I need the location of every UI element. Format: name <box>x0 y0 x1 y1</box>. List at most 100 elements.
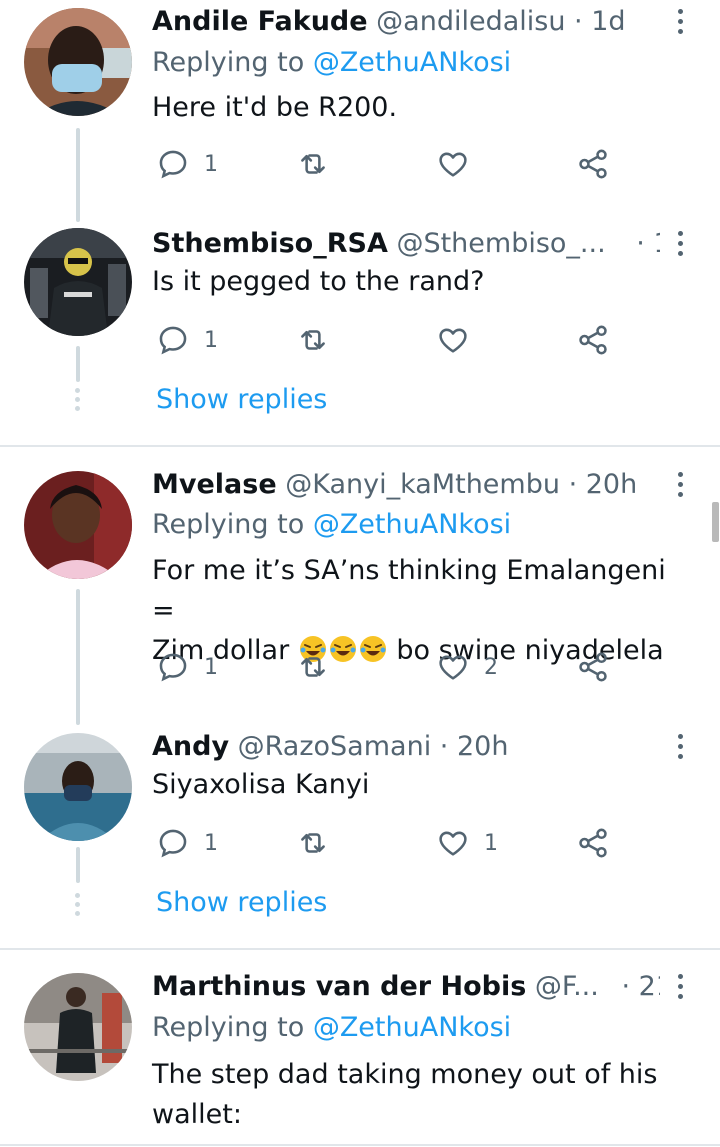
separator-dot: · <box>636 228 645 259</box>
retweet-icon <box>301 330 325 350</box>
share-icon <box>579 652 607 682</box>
tweet-andile[interactable]: Andile Fakude @andiledalisu · 1d Replyin… <box>0 0 720 222</box>
share-button[interactable] <box>576 318 610 362</box>
mention-link[interactable]: @ZethuANkosi <box>313 1012 511 1043</box>
reply-button[interactable]: 1 <box>156 821 218 865</box>
more-icon[interactable] <box>670 6 690 38</box>
thread-dots <box>75 388 81 415</box>
thread-line <box>76 346 80 382</box>
avatar[interactable] <box>24 471 132 579</box>
tweet-actions: 1 2 <box>152 645 622 689</box>
tweet-header: Andile Fakude @andiledalisu · 1d <box>152 0 660 44</box>
tweet-text: The step dad taking money out of his wal… <box>152 1055 680 1135</box>
timestamp[interactable]: 21h <box>639 971 660 1002</box>
like-button[interactable]: 2 <box>436 645 498 689</box>
like-button[interactable] <box>436 318 484 362</box>
user-handle[interactable]: @F... <box>535 971 599 1002</box>
scrollbar[interactable] <box>712 502 719 542</box>
timestamp[interactable]: 1d <box>591 6 625 37</box>
thread-line <box>76 128 80 222</box>
share-icon <box>579 325 607 355</box>
tweet-text: Is it pegged to the rand? <box>152 266 485 297</box>
heart-icon <box>439 831 467 856</box>
tweet-text-line: The step dad taking money out of his <box>152 1059 658 1090</box>
avatar[interactable] <box>24 228 132 336</box>
user-handle[interactable]: @Kanyi_kaMthembu <box>285 469 560 500</box>
replying-to: Replying to @ZethuANkosi <box>152 1006 511 1050</box>
timestamp[interactable]: 20h <box>457 731 508 762</box>
share-icon <box>579 828 607 858</box>
user-handle[interactable]: @andiledalisu <box>376 6 565 37</box>
thread-line <box>76 589 80 725</box>
display-name[interactable]: Marthinus van der Hobis <box>152 971 526 1002</box>
avatar[interactable] <box>24 973 132 1081</box>
divider <box>0 948 720 950</box>
retweet-icon <box>301 154 325 174</box>
tweet-actions: 1 <box>152 318 622 362</box>
reply-button[interactable]: 1 <box>156 142 218 186</box>
retweet-icon <box>301 657 325 677</box>
divider <box>0 1144 720 1146</box>
display-name[interactable]: Sthembiso_RSA <box>152 228 388 259</box>
reply-icon <box>159 653 187 682</box>
more-icon[interactable] <box>670 469 690 501</box>
tweet-mvelase[interactable]: Mvelase @Kanyi_kaMthembu · 20h Replying … <box>0 463 720 725</box>
reply-count: 1 <box>204 151 218 177</box>
avatar[interactable] <box>24 733 132 841</box>
mention-link[interactable]: @ZethuANkosi <box>313 509 511 540</box>
more-icon[interactable] <box>670 731 690 763</box>
tweet-marthinus[interactable]: Marthinus van der Hobis @F... · 21h Repl… <box>0 965 720 1147</box>
reply-icon <box>159 326 187 355</box>
separator-dot: · <box>621 971 631 1002</box>
like-count: 2 <box>484 654 498 680</box>
tweet-text-line: wallet: <box>152 1099 242 1130</box>
tweet-sthembiso[interactable]: Sthembiso_RSA @Sthembiso_... · 1d Is it … <box>0 222 720 446</box>
avatar[interactable] <box>24 8 132 116</box>
retweet-button[interactable] <box>296 318 344 362</box>
user-handle[interactable]: @Sthembiso_... <box>396 228 605 259</box>
replying-to: Replying to @ZethuANkosi <box>152 41 511 85</box>
tweet-header: Mvelase @Kanyi_kaMthembu · 20h <box>152 463 660 507</box>
replying-to: Replying to @ZethuANkosi <box>152 503 511 547</box>
show-replies-link[interactable]: Show replies <box>156 883 327 923</box>
heart-icon <box>439 152 467 177</box>
tweet-header: Andy @RazoSamani · 20h <box>152 725 660 769</box>
show-replies-link[interactable]: Show replies <box>156 380 327 420</box>
tweet-actions: 1 1 <box>152 821 622 865</box>
more-icon[interactable] <box>670 228 690 260</box>
reply-button[interactable]: 1 <box>156 645 218 689</box>
reply-icon <box>159 829 187 858</box>
reply-button[interactable]: 1 <box>156 318 218 362</box>
replying-label: Replying to <box>152 47 305 78</box>
mention-link[interactable]: @ZethuANkosi <box>313 47 511 78</box>
replying-label: Replying to <box>152 1012 305 1043</box>
retweet-button[interactable] <box>296 142 344 186</box>
more-icon[interactable] <box>670 971 690 1003</box>
display-name[interactable]: Andy <box>152 731 229 762</box>
reply-count: 1 <box>204 327 218 353</box>
divider <box>0 445 720 447</box>
share-button[interactable] <box>576 821 610 865</box>
separator-dot: · <box>439 731 449 762</box>
display-name[interactable]: Andile Fakude <box>152 6 368 37</box>
heart-icon <box>439 655 467 680</box>
tweet-actions: 1 <box>152 142 622 186</box>
reply-icon <box>159 150 187 179</box>
like-count: 1 <box>484 830 498 856</box>
share-button[interactable] <box>576 142 610 186</box>
timestamp[interactable]: 1d <box>653 228 660 259</box>
retweet-button[interactable] <box>296 821 344 865</box>
share-button[interactable] <box>576 645 610 689</box>
tweet-text: Here it'd be R200. <box>152 92 398 123</box>
tweet-text-line: For me it’s SA’ns thinking Emalangeni = <box>152 555 666 626</box>
tweet-header: Marthinus van der Hobis @F... · 21h <box>152 965 660 1009</box>
display-name[interactable]: Mvelase <box>152 469 277 500</box>
replying-label: Replying to <box>152 509 305 540</box>
user-handle[interactable]: @RazoSamani <box>238 731 432 762</box>
like-button[interactable] <box>436 142 484 186</box>
retweet-button[interactable] <box>296 645 344 689</box>
thread-dots <box>75 893 81 920</box>
tweet-andy[interactable]: Andy @RazoSamani · 20h Siyaxolisa Kanyi … <box>0 725 720 949</box>
timestamp[interactable]: 20h <box>586 469 637 500</box>
like-button[interactable]: 1 <box>436 821 498 865</box>
